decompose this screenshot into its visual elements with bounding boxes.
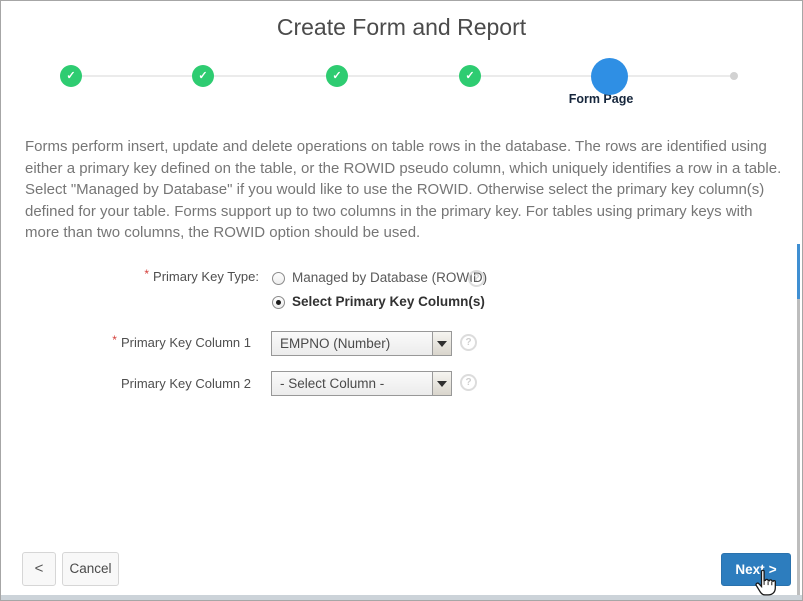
primary-key-type-label: * Primary Key Type: <box>59 267 259 284</box>
label-text: Primary Key Column 1 <box>120 335 251 350</box>
primary-key-column-1-select[interactable]: EMPNO (Number) <box>271 331 452 356</box>
check-icon: ✓ <box>332 70 342 82</box>
step-4-complete-icon: ✓ <box>459 65 481 87</box>
primary-key-column-1-label: * Primary Key Column 1 <box>51 333 251 350</box>
radio-label[interactable]: Managed by Database (ROWID) <box>292 270 487 285</box>
primary-key-column-2-select[interactable]: - Select Column - <box>271 371 452 396</box>
label-text: Primary Key Column 2 <box>120 376 251 391</box>
chevron-down-icon <box>437 381 447 387</box>
step-2-complete-icon: ✓ <box>192 65 214 87</box>
hand-cursor-icon <box>755 569 776 596</box>
chevron-down-icon <box>437 341 447 347</box>
page-title: Create Form and Report <box>276 14 527 40</box>
help-icon[interactable]: ? <box>460 374 477 391</box>
help-icon[interactable]: ? <box>460 334 477 351</box>
step-1-complete-icon: ✓ <box>60 65 82 87</box>
required-marker: * <box>144 267 150 281</box>
check-icon: ✓ <box>66 70 76 82</box>
radio-icon-checked[interactable] <box>272 296 285 309</box>
step-3-complete-icon: ✓ <box>326 65 348 87</box>
dropdown-arrow-button[interactable] <box>432 332 451 355</box>
required-marker: * <box>112 333 117 347</box>
cancel-button[interactable]: Cancel <box>62 552 119 586</box>
current-step-label: Form Page <box>568 92 634 106</box>
wizard-description: Forms perform insert, update and delete … <box>25 138 782 241</box>
step-current-circle <box>591 58 628 95</box>
help-icon[interactable]: ? <box>468 270 485 287</box>
selected-value: - Select Column - <box>280 376 385 391</box>
selected-value: EMPNO (Number) <box>280 336 391 351</box>
check-icon: ✓ <box>198 70 208 82</box>
step-pending-dot <box>730 72 738 80</box>
radio-label[interactable]: Select Primary Key Column(s) <box>292 294 485 309</box>
back-button[interactable]: < <box>22 552 56 586</box>
window-bottom-edge <box>1 595 802 600</box>
radio-icon-unchecked[interactable] <box>272 272 285 285</box>
scrollbar-thumb[interactable] <box>797 244 800 299</box>
create-form-and-report-dialog: Create Form and Report ✓ ✓ ✓ ✓ Form Page… <box>0 0 803 601</box>
dropdown-arrow-button[interactable] <box>432 372 451 395</box>
stepper-line <box>71 75 734 77</box>
check-icon: ✓ <box>465 70 475 82</box>
primary-key-column-2-label: Primary Key Column 2 <box>51 376 251 391</box>
label-text: Primary Key Type: <box>153 269 259 284</box>
scrollbar-track[interactable] <box>797 299 800 596</box>
